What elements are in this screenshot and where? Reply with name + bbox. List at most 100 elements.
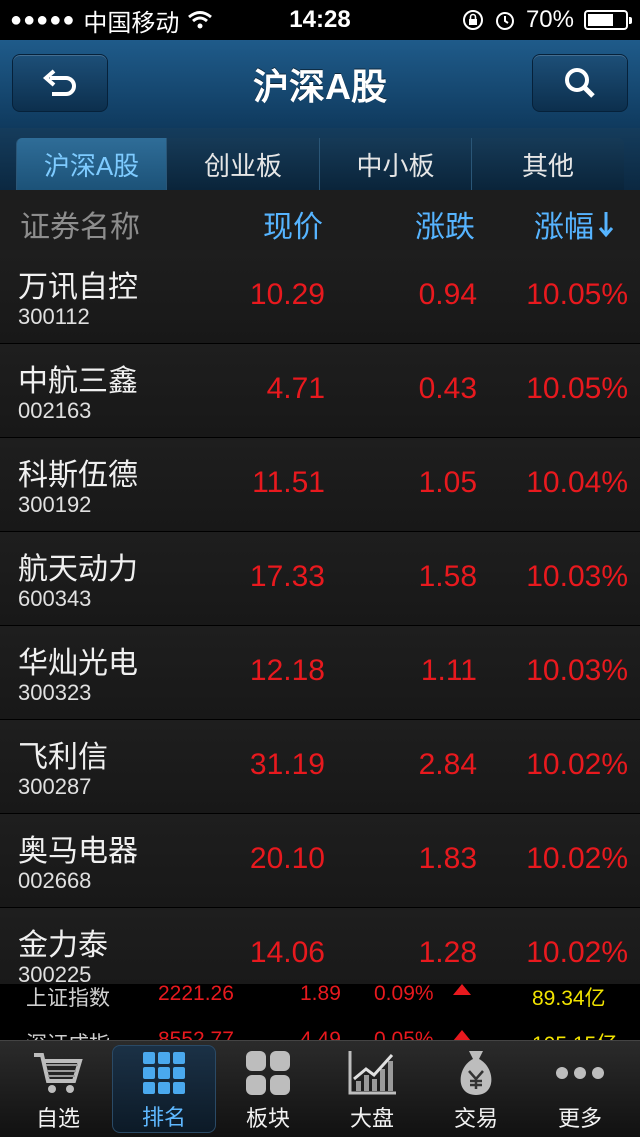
market-tabs: 沪深A股 创业板 中小板 其他 [0, 128, 640, 190]
stock-name: 航天动力 [18, 553, 138, 586]
stock-code: 300192 [18, 492, 92, 517]
more-dots-icon [550, 1045, 610, 1101]
index-change: 4.49 [300, 1028, 341, 1040]
column-change[interactable]: 涨跌 [415, 202, 475, 253]
tab-favorites[interactable]: 自选 [6, 1045, 110, 1133]
cart-icon [28, 1045, 88, 1101]
stock-name: 科斯伍德 [18, 459, 138, 492]
rotation-lock-icon [462, 10, 483, 30]
money-bag-icon [446, 1045, 506, 1101]
stock-change: 1.11 [420, 654, 477, 687]
index-name: 深证成指 [26, 1028, 110, 1040]
market-chart-icon [342, 1045, 402, 1101]
column-pct[interactable]: 涨幅 [534, 202, 614, 253]
column-name: 证券名称 [20, 211, 140, 244]
tab-label: 交易 [453, 1106, 498, 1131]
index-pct: 0.05% [374, 1028, 434, 1040]
tab-label: 排名 [141, 1105, 186, 1130]
tab-chinext[interactable]: 创业板 [166, 138, 319, 190]
table-row[interactable]: 华灿光电 300323 12.18 1.11 10.03% [0, 626, 640, 720]
index-turnover: 89.34亿 [532, 987, 606, 1010]
column-pct-label: 涨幅 [534, 211, 594, 244]
status-bar: ●●●●● 中国移动 14:28 70% [0, 0, 640, 40]
alarm-icon [495, 12, 514, 30]
stock-price: 10.29 [249, 278, 325, 311]
stock-pct: 10.04% [526, 466, 628, 499]
stock-code: 300323 [18, 680, 92, 705]
table-row[interactable]: 金力泰 300225 14.06 1.28 10.02% [0, 908, 640, 984]
table-row[interactable]: 科斯伍德 300192 11.51 1.05 10.04% [0, 438, 640, 532]
navigation-bar: 沪深A股 [0, 40, 640, 129]
stock-pct: 10.03% [526, 654, 628, 687]
stock-code: 300112 [18, 304, 90, 329]
column-price[interactable]: 现价 [263, 202, 323, 253]
stock-code: 600343 [18, 586, 92, 611]
stock-price: 11.51 [252, 466, 325, 499]
up-arrow-icon [453, 1030, 471, 1040]
stock-code: 002163 [18, 398, 92, 423]
index-price: 8552.77 [158, 1028, 234, 1040]
tab-other[interactable]: 其他 [471, 138, 624, 190]
battery-icon [584, 10, 632, 30]
search-icon [565, 68, 595, 98]
tab-label: 板块 [245, 1106, 290, 1131]
index-ticker[interactable]: 上证指数 2221.26 1.89 0.09% 89.34亿 深证成指 8552… [0, 984, 640, 1040]
stock-code: 300225 [18, 962, 92, 984]
tab-sectors[interactable]: 板块 [216, 1045, 320, 1133]
stock-price: 14.06 [249, 936, 325, 969]
index-price: 2221.26 [158, 984, 234, 1005]
stock-price: 12.18 [249, 654, 325, 687]
stock-name: 飞利信 [18, 741, 108, 774]
stock-change: 1.83 [418, 842, 477, 875]
stock-pct: 10.02% [526, 748, 628, 781]
ticker-line: 深证成指 8552.77 4.49 0.05% 105.15亿 [0, 1028, 640, 1040]
stock-pct: 10.05% [526, 372, 628, 405]
tab-market[interactable]: 大盘 [320, 1045, 424, 1133]
stock-change: 1.58 [418, 560, 477, 593]
stock-name: 奥马电器 [18, 835, 138, 868]
stock-price: 20.10 [249, 842, 325, 875]
index-change: 1.89 [300, 984, 341, 1005]
tab-ranking[interactable]: 排名 [112, 1045, 216, 1133]
stock-price: 4.71 [266, 372, 325, 405]
table-row[interactable]: 航天动力 600343 17.33 1.58 10.03% [0, 532, 640, 626]
tab-label: 大盘 [349, 1106, 394, 1131]
tab-label: 自选 [35, 1106, 80, 1131]
table-row[interactable]: 万讯自控 300112 10.29 0.94 10.05% [0, 250, 640, 344]
ticker-line: 上证指数 2221.26 1.89 0.09% 89.34亿 [0, 984, 640, 1010]
blocks-icon [238, 1045, 298, 1101]
stock-price: 17.33 [249, 560, 325, 593]
table-row[interactable]: 飞利信 300287 31.19 2.84 10.02% [0, 720, 640, 814]
tab-label: 更多 [557, 1106, 602, 1131]
stock-pct: 10.02% [526, 936, 628, 969]
index-turnover: 105.15亿 [532, 1028, 617, 1040]
stock-change: 2.84 [418, 748, 477, 781]
ranking-grid-icon [134, 1046, 194, 1100]
up-arrow-icon [453, 984, 471, 995]
stock-change: 1.05 [418, 466, 477, 499]
index-pct: 0.09% [374, 984, 434, 1005]
column-header: 证券名称 现价 涨跌 涨幅 [0, 190, 640, 253]
tab-more[interactable]: 更多 [528, 1045, 632, 1133]
table-row[interactable]: 中航三鑫 002163 4.71 0.43 10.05% [0, 344, 640, 438]
tab-sme[interactable]: 中小板 [319, 138, 471, 190]
battery-percent: 70% [525, 6, 574, 33]
index-name: 上证指数 [26, 987, 110, 1010]
sort-down-arrow-icon [598, 212, 614, 238]
stock-name: 中航三鑫 [18, 365, 138, 398]
bottom-tab-bar: 自选 排名 板块 大盘 交易 更多 [0, 1040, 640, 1137]
stock-change: 1.28 [418, 936, 477, 969]
stock-list: 万讯自控 300112 10.29 0.94 10.05% 中航三鑫 00216… [0, 250, 640, 984]
stock-change: 0.43 [418, 372, 477, 405]
stock-pct: 10.02% [526, 842, 628, 875]
stock-name: 金力泰 [18, 929, 108, 962]
stock-name: 华灿光电 [18, 647, 138, 680]
tab-hs-a[interactable]: 沪深A股 [16, 138, 166, 190]
tab-trade[interactable]: 交易 [424, 1045, 528, 1133]
stock-change: 0.94 [418, 278, 477, 311]
stock-price: 31.19 [249, 748, 325, 781]
search-button[interactable] [532, 54, 628, 112]
stock-pct: 10.05% [526, 278, 628, 311]
stock-pct: 10.03% [526, 560, 628, 593]
table-row[interactable]: 奥马电器 002668 20.10 1.83 10.02% [0, 814, 640, 908]
